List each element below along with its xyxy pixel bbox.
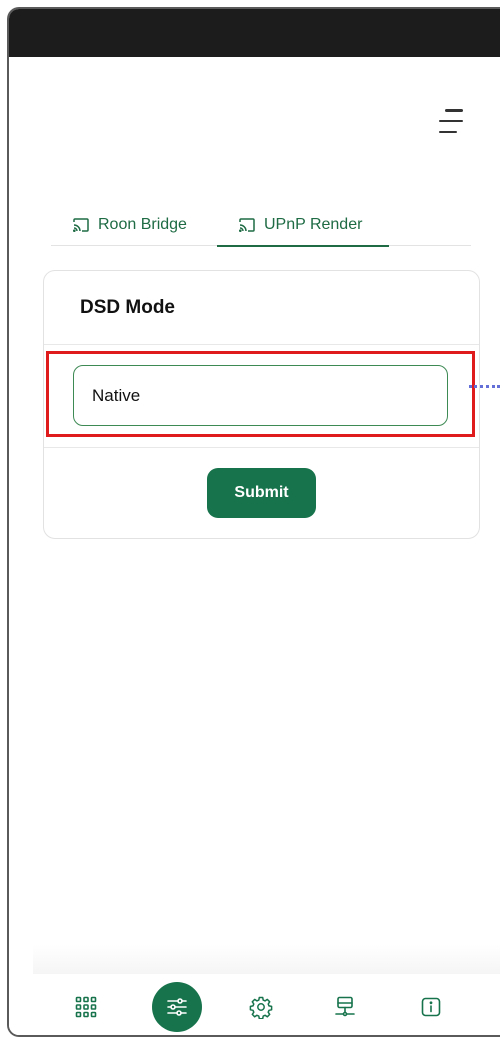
nav-equalizer[interactable] (152, 982, 202, 1032)
divider (44, 344, 479, 345)
nav-info[interactable] (406, 982, 456, 1032)
annotation-connector (469, 385, 500, 388)
nav-settings[interactable] (236, 982, 286, 1032)
dsd-mode-select[interactable]: Native (73, 365, 448, 426)
bottom-nav (9, 974, 500, 1035)
submit-button[interactable]: Submit (207, 468, 316, 518)
device-frame: Roon Bridge UPnP Render DSD Mode Native … (7, 7, 500, 1037)
tab-label: UPnP Render (264, 215, 363, 233)
card-title: DSD Mode (80, 297, 175, 318)
dsd-mode-card: DSD Mode Native Submit (43, 270, 480, 539)
tab-upnp-render[interactable]: UPnP Render (217, 204, 389, 247)
status-bar (9, 9, 500, 57)
select-value: Native (92, 385, 141, 405)
tab-label: Roon Bridge (98, 215, 187, 233)
hamburger-menu-icon[interactable] (439, 109, 469, 133)
gear-icon (249, 996, 273, 1019)
tab-bar: Roon Bridge UPnP Render (51, 204, 471, 247)
grid-icon (75, 996, 97, 1018)
tab-roon-bridge[interactable]: Roon Bridge (73, 204, 187, 245)
nav-network[interactable] (320, 982, 370, 1032)
cast-icon (239, 217, 255, 232)
nav-apps-grid[interactable] (61, 982, 111, 1032)
network-icon (335, 996, 355, 1017)
sliders-icon (167, 998, 187, 1016)
info-icon (421, 997, 441, 1017)
cast-icon (73, 217, 89, 232)
nav-shadow (33, 944, 500, 974)
divider (44, 447, 479, 448)
